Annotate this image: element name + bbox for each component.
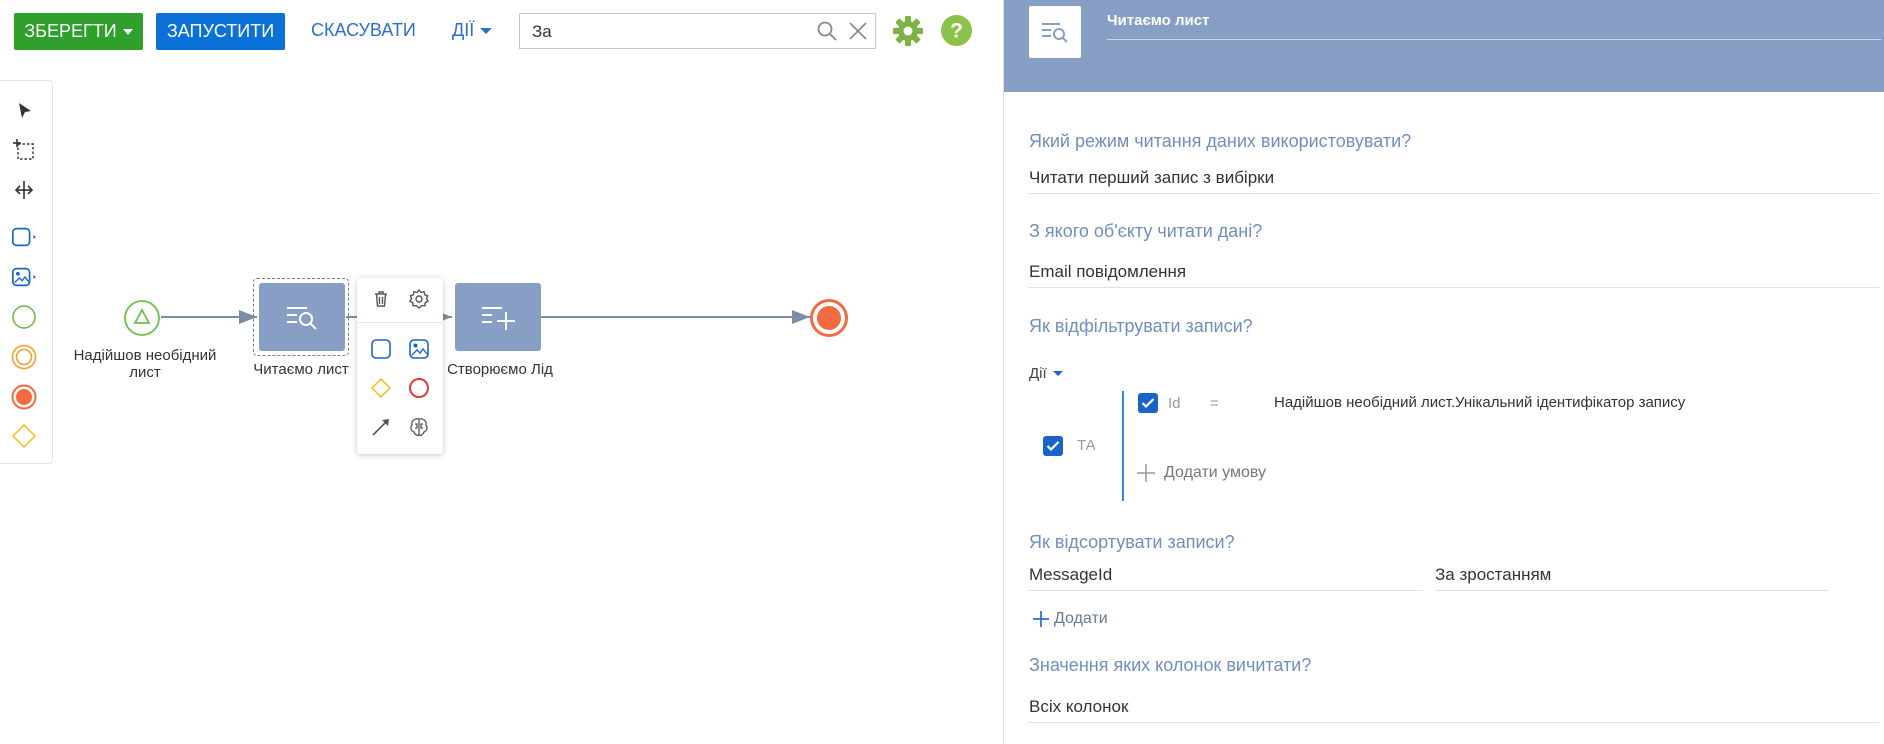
settings-icon[interactable]	[406, 286, 432, 312]
end-event-icon[interactable]	[406, 375, 432, 401]
add-condition-link[interactable]: Додати умову	[1136, 463, 1266, 483]
sort-question: Як відсортувати записи?	[1029, 532, 1235, 552]
field-underline	[1029, 722, 1879, 723]
columns-select[interactable]: Всіх колонок	[1029, 697, 1128, 717]
add-data-task-label: Створюємо Лід	[447, 361, 553, 378]
add-data-icon	[482, 307, 515, 330]
flow-arrow-icon[interactable]	[368, 414, 394, 440]
checkmark-icon	[1046, 441, 1060, 452]
filter-question: Як відфільтрувати записи?	[1029, 316, 1253, 336]
object-lookup[interactable]: Email повідомлення	[1029, 262, 1186, 282]
condition-value[interactable]: Надійшов необідний лист.Унікальний ідент…	[1274, 394, 1685, 411]
condition-operator[interactable]: =	[1210, 395, 1219, 412]
condition-checkbox[interactable]	[1138, 393, 1158, 413]
sort-direction-select[interactable]: За зростанням	[1435, 565, 1551, 585]
add-sort-label: Додати	[1054, 610, 1108, 627]
read-data-task-label: Читаємо лист	[253, 361, 349, 378]
read-data-element-icon	[1029, 6, 1081, 58]
plus-icon	[1137, 464, 1155, 482]
condition-column[interactable]: Id	[1168, 395, 1181, 412]
subprocess-icon[interactable]	[406, 336, 432, 362]
filter-actions-label: Дії	[1029, 365, 1047, 382]
group-checkbox[interactable]	[1043, 436, 1063, 456]
gateway-icon[interactable]	[368, 375, 394, 401]
plus-icon	[1033, 611, 1049, 627]
panel-title[interactable]: Читаємо лист	[1107, 12, 1209, 29]
add-data-task-node[interactable]	[455, 283, 541, 351]
read-mode-question: Який режим читання даних використовувати…	[1029, 131, 1412, 151]
start-event-node[interactable]	[123, 299, 161, 342]
element-context-menu	[357, 278, 443, 454]
end-event-node[interactable]	[809, 298, 849, 343]
start-event-label: Надійшов необідний лист	[73, 347, 217, 381]
task-icon[interactable]	[368, 336, 394, 362]
chevron-down-icon	[1052, 371, 1063, 376]
filter-actions-menu[interactable]: Дії	[1029, 365, 1063, 382]
title-underline	[1107, 39, 1881, 40]
field-underline	[1029, 590, 1423, 591]
read-mode-select[interactable]: Читати перший запис з вибірки	[1029, 168, 1274, 188]
field-underline	[1029, 193, 1879, 194]
columns-question: Значення яких колонок вичитати?	[1029, 655, 1312, 675]
filter-group-bracket	[1122, 391, 1124, 501]
add-condition-label: Додати умову	[1164, 464, 1267, 481]
element-properties-panel: Читаємо лист Який режим читання даних ви…	[1003, 0, 1884, 744]
panel-header: Читаємо лист	[1004, 0, 1884, 92]
field-underline	[1029, 287, 1879, 288]
read-data-icon	[287, 307, 317, 330]
group-operator[interactable]: ТА	[1077, 437, 1096, 454]
delete-icon[interactable]	[368, 286, 394, 312]
object-question: З якого об'єкту читати дані?	[1029, 221, 1263, 241]
add-sort-link[interactable]: Додати	[1032, 610, 1108, 628]
ai-brain-icon[interactable]	[406, 414, 432, 440]
field-underline	[1435, 590, 1829, 591]
menu-divider	[357, 322, 443, 323]
checkmark-icon	[1141, 398, 1155, 409]
read-data-task-node[interactable]	[259, 283, 345, 351]
sort-column-field[interactable]: MessageId	[1029, 565, 1112, 585]
